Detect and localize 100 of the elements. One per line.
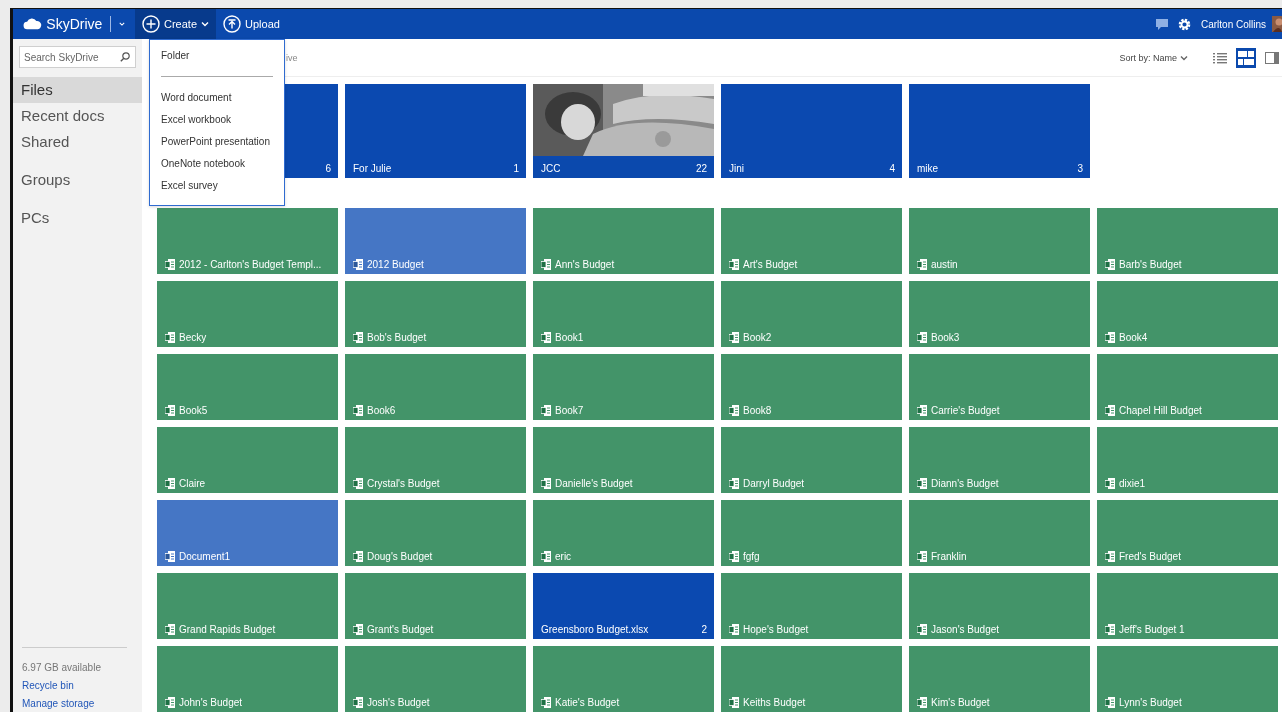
tile-name: Book7: [555, 405, 585, 416]
file-tile[interactable]: 2012 Budget: [345, 208, 526, 274]
tile-name: 2012 Budget: [367, 259, 425, 270]
menu-item[interactable]: Word document: [150, 88, 284, 110]
tile-name: Lynn's Budget: [1119, 697, 1183, 708]
file-tile[interactable]: Book3: [909, 281, 1090, 347]
excel-file-icon: [729, 332, 739, 343]
sort-button[interactable]: Sort by: Name: [1113, 51, 1194, 64]
settings-icon[interactable]: [1177, 17, 1191, 31]
file-tile[interactable]: Crystal's Budget: [345, 427, 526, 493]
sidebar-link[interactable]: Recycle bin: [22, 680, 127, 691]
menu-item[interactable]: OneNote notebook: [150, 154, 284, 176]
file-tile[interactable]: Becky: [157, 281, 338, 347]
avatar-icon[interactable]: [1272, 16, 1282, 32]
excel-file-icon: [729, 697, 739, 708]
nav-item[interactable]: Files: [13, 77, 142, 103]
folder-tile[interactable]: For Julie 1: [345, 84, 526, 178]
tile-name: Hope's Budget: [743, 624, 810, 635]
file-tile[interactable]: Hope's Budget: [721, 573, 902, 639]
file-tile[interactable]: Josh's Budget: [345, 646, 526, 712]
file-tile[interactable]: Jeff's Budget 1: [1097, 573, 1278, 639]
tile-name: For Julie: [353, 163, 393, 174]
tile-name: Book1: [555, 332, 585, 343]
item-count: 4: [889, 163, 895, 174]
excel-file-icon: [917, 332, 927, 343]
chat-icon[interactable]: [1155, 18, 1168, 30]
file-tile[interactable]: eric: [533, 500, 714, 566]
file-tile[interactable]: John's Budget: [157, 646, 338, 712]
tile-name: Jeff's Budget 1: [1119, 624, 1186, 635]
excel-file-icon: [729, 405, 739, 416]
file-tile[interactable]: Darryl Budget: [721, 427, 902, 493]
nav-item[interactable]: Recent docs: [13, 103, 142, 129]
tile-name: Crystal's Budget: [367, 478, 441, 489]
search-field[interactable]: Search SkyDrive: [19, 46, 136, 68]
file-tile[interactable]: Book8: [721, 354, 902, 420]
folder-tile[interactable]: Jini 4: [721, 84, 902, 178]
plus-circle-icon: [142, 15, 160, 33]
file-tile[interactable]: Book7: [533, 354, 714, 420]
view-button[interactable]: [1236, 47, 1256, 68]
menu-item[interactable]: Excel workbook: [150, 110, 284, 132]
file-tile[interactable]: dixie1: [1097, 427, 1278, 493]
tile-name: Art's Budget: [743, 259, 799, 270]
file-tile[interactable]: Barb's Budget: [1097, 208, 1278, 274]
file-tile[interactable]: Carrie's Budget: [909, 354, 1090, 420]
word-file-icon: [165, 551, 175, 562]
cloud-icon: [23, 16, 43, 32]
excel-file-icon: [1105, 405, 1115, 416]
file-tile[interactable]: Lynn's Budget: [1097, 646, 1278, 712]
file-tile[interactable]: Claire: [157, 427, 338, 493]
tile-name: John's Budget: [179, 697, 244, 708]
file-tile[interactable]: Book1: [533, 281, 714, 347]
nav-item[interactable]: Shared: [13, 129, 142, 155]
file-tile[interactable]: Doug's Budget: [345, 500, 526, 566]
tile-name: Danielle's Budget: [555, 478, 634, 489]
file-tile[interactable]: Book6: [345, 354, 526, 420]
file-tile[interactable]: Keiths Budget: [721, 646, 902, 712]
tile-name: Claire: [179, 478, 207, 489]
excel-file-icon: [1105, 332, 1115, 343]
file-tile[interactable]: Danielle's Budget: [533, 427, 714, 493]
file-tile[interactable]: Ann's Budget: [533, 208, 714, 274]
folder-tile[interactable]: Greensboro Budget.xlsx 2: [533, 573, 714, 639]
file-tile[interactable]: Grant's Budget: [345, 573, 526, 639]
tile-name: Fred's Budget: [1119, 551, 1182, 562]
file-tile[interactable]: Diann's Budget: [909, 427, 1090, 493]
file-tile[interactable]: Grand Rapids Budget: [157, 573, 338, 639]
file-tile[interactable]: Book5: [157, 354, 338, 420]
excel-file-icon: [1105, 259, 1115, 270]
sidebar-link[interactable]: Manage storage: [22, 698, 127, 709]
menu-item[interactable]: Folder: [150, 46, 284, 68]
file-tile[interactable]: Franklin: [909, 500, 1090, 566]
file-tile[interactable]: Katie's Budget: [533, 646, 714, 712]
file-tile[interactable]: fgfg: [721, 500, 902, 566]
app-logo[interactable]: SkyDrive: [46, 16, 103, 32]
folder-tile[interactable]: mike 3: [909, 84, 1090, 178]
create-button[interactable]: Create: [135, 9, 217, 39]
tile-name: Book3: [931, 332, 961, 343]
file-tile[interactable]: Book2: [721, 281, 902, 347]
file-tile[interactable]: Book4: [1097, 281, 1278, 347]
excel-file-icon: [729, 259, 739, 270]
file-tile[interactable]: Art's Budget: [721, 208, 902, 274]
nav-item[interactable]: Groups: [13, 167, 142, 193]
user-name[interactable]: Carlton Collins: [1200, 18, 1266, 30]
file-tile[interactable]: Chapel Hill Budget: [1097, 354, 1278, 420]
file-tile[interactable]: 2012 - Carlton's Budget Templ...: [157, 208, 338, 274]
upload-button[interactable]: Upload: [216, 9, 287, 39]
menu-item[interactable]: Excel survey: [150, 176, 284, 198]
file-tile[interactable]: Jason's Budget: [909, 573, 1090, 639]
tiles-view-icon: [1238, 50, 1254, 65]
tile-name: Book8: [743, 405, 773, 416]
excel-file-icon: [353, 405, 363, 416]
folder-tile[interactable]: JCC 22: [533, 84, 714, 178]
file-tile[interactable]: austin: [909, 208, 1090, 274]
file-tile[interactable]: Bob's Budget: [345, 281, 526, 347]
menu-item[interactable]: PowerPoint presentation: [150, 132, 284, 154]
nav-item[interactable]: PCs: [13, 205, 142, 231]
file-tile[interactable]: Fred's Budget: [1097, 500, 1278, 566]
file-tile[interactable]: Kim's Budget: [909, 646, 1090, 712]
file-tile[interactable]: Document1: [157, 500, 338, 566]
excel-file-icon: [729, 551, 739, 562]
breadcrumb[interactable]: ive: [286, 52, 298, 63]
